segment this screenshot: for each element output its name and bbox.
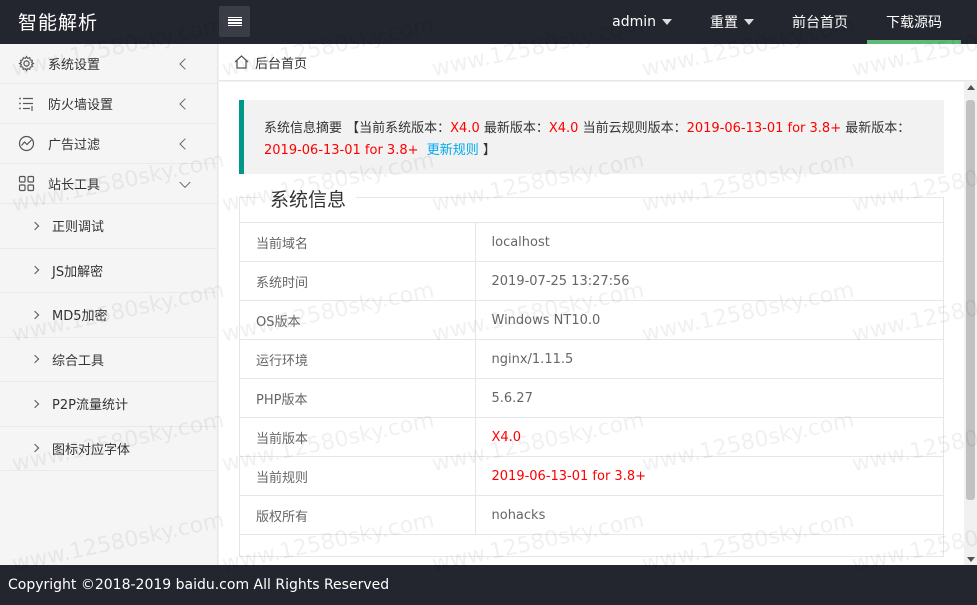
sidebar-subitem-js-crypto[interactable]: JS加解密 [0,249,217,293]
notice-latest-rule-label: 最新版本： [841,121,911,136]
scroll-up-icon[interactable] [967,85,975,90]
table-row: 当前版本 X4.0 [240,417,943,457]
gear-icon [18,55,35,72]
nav-download-label: 下载源码 [886,15,942,31]
info-value: nginx/1.11.5 [475,339,943,379]
nav-download-source[interactable]: 下载源码 [867,0,961,44]
breadcrumb: 后台首页 [219,44,977,81]
chevron-left-icon [179,137,191,150]
table-row: 系统时间 2019-07-25 13:27:56 [240,261,943,301]
info-value: 2019-07-25 13:27:56 [475,261,943,301]
sidebar-item-label: 系统设置 [48,58,101,73]
notice-prefix: 系统信息摘要 【当前系统版本： [264,121,451,136]
sidebar-subitem-p2p-stats[interactable]: P2P流量统计 [0,382,217,427]
sidebar-item-firewall[interactable]: 防火墙设置 [0,84,217,124]
info-value: 2019-06-13-01 for 3.8+ [475,456,943,496]
chevron-right-icon [30,399,40,408]
info-key: 版权所有 [240,495,476,535]
sidebar-item-label: 站长工具 [48,178,101,193]
chevron-right-icon [30,355,40,364]
table-row: 当前域名 localhost [240,222,943,262]
system-summary-notice: 系统信息摘要 【当前系统版本：X4.0 最新版本：X4.0 当前云规则版本：20… [239,100,944,174]
app-logo[interactable]: 智能解析 [18,8,98,35]
chart-icon [18,135,35,152]
sidebar-item-label: 广告过滤 [48,138,101,153]
chevron-right-icon [30,266,40,275]
list-icon [18,95,35,112]
caret-down-icon [662,19,672,25]
sidebar-subitem-label: 图标对应字体 [52,442,131,458]
system-info-table: 当前域名 localhost 系统时间 2019-07-25 13:27:56 OS版本… [240,222,943,535]
nav-reset-label: 重置 [710,15,738,31]
sidebar-subitem-label: 综合工具 [52,353,105,369]
info-key: OS版本 [240,300,476,340]
chevron-right-icon [30,444,40,453]
system-info-panel: 系统信息 当前域名 localhost 系统时间 2019-07-25 13:27:5… [239,185,944,557]
copyright-text: Copyright ©2018-2019 baidu.com All Right… [8,577,390,593]
info-value: Windows NT10.0 [475,300,943,340]
sidebar-item-webmaster-tools[interactable]: 站长工具 [0,164,217,204]
info-value: localhost [475,222,943,262]
menu-toggle-button[interactable] [219,6,250,37]
update-rules-link[interactable]: 更新规则 [427,143,479,158]
notice-current-version: X4.0 [450,121,480,136]
main-content: 系统信息摘要 【当前系统版本：X4.0 最新版本：X4.0 当前云规则版本：20… [219,82,964,565]
sidebar-subitem-label: JS加解密 [52,264,104,280]
chevron-left-icon [179,97,191,110]
table-row: OS版本 Windows NT10.0 [240,300,943,340]
scroll-down-icon[interactable] [967,557,975,562]
info-key: PHP版本 [240,378,476,418]
info-key: 当前域名 [240,222,476,262]
scrollbar-thumb[interactable] [966,100,975,500]
apps-icon [18,175,35,192]
notice-rule-version: 2019-06-13-01 for 3.8+ [686,121,842,136]
sidebar-subitem-label: P2P流量统计 [52,398,128,414]
info-key: 系统时间 [240,261,476,301]
top-nav: admin 重置 前台首页 下载源码 [593,0,961,44]
home-icon[interactable] [234,55,249,69]
nav-frontend-label: 前台首页 [792,15,848,31]
sidebar: 系统设置 防火墙设置 广告过滤 站长工具 正则调试 JS加解密 MD5加密 综合… [0,44,218,565]
sidebar-item-ad-filter[interactable]: 广告过滤 [0,124,217,164]
nav-admin-menu[interactable]: admin [593,0,691,44]
nav-reset-menu[interactable]: 重置 [691,0,773,44]
caret-down-icon [744,19,754,25]
notice-suffix: 】 [478,143,496,158]
notice-rule-label: 当前云规则版本： [578,121,687,136]
hamburger-icon [227,16,242,27]
table-row: 版权所有 nohacks [240,495,943,535]
info-key: 运行环境 [240,339,476,379]
info-value: X4.0 [475,417,943,457]
system-info-title: 系统信息 [260,185,357,212]
sidebar-subitem-label: MD5加密 [52,309,108,325]
main-scrollbar[interactable] [964,82,977,565]
info-key: 当前规则 [240,456,476,496]
table-row: PHP版本 5.6.27 [240,378,943,418]
notice-latest-rule-version: 2019-06-13-01 for 3.8+ [264,143,419,158]
table-row: 运行环境 nginx/1.11.5 [240,339,943,379]
chevron-left-icon [179,57,191,70]
sidebar-subitem-label: 正则调试 [52,220,105,236]
sidebar-item-label: 防火墙设置 [48,98,114,113]
notice-latest-version: X4.0 [548,121,579,136]
sidebar-item-system-settings[interactable]: 系统设置 [0,44,217,84]
notice-latest-label: 最新版本： [479,121,549,136]
sidebar-subitem-regex-debug[interactable]: 正则调试 [0,204,217,249]
sidebar-subitem-md5[interactable]: MD5加密 [0,293,217,338]
chevron-right-icon [30,310,40,319]
sidebar-subitem-general-tools[interactable]: 综合工具 [0,338,217,382]
info-value: 5.6.27 [475,378,943,418]
top-header: 智能解析 admin 重置 前台首页 下载源码 [0,0,977,44]
sidebar-subitem-icon-font[interactable]: 图标对应字体 [0,427,217,471]
info-key: 当前版本 [240,417,476,457]
info-value: nohacks [475,495,943,535]
table-row: 当前规则 2019-06-13-01 for 3.8+ [240,456,943,496]
footer: Copyright ©2018-2019 baidu.com All Right… [0,565,977,605]
nav-frontend-home[interactable]: 前台首页 [773,0,867,44]
chevron-right-icon [30,221,40,230]
nav-admin-label: admin [612,14,656,30]
chevron-down-icon [179,176,191,188]
breadcrumb-home-link[interactable]: 后台首页 [255,53,307,72]
